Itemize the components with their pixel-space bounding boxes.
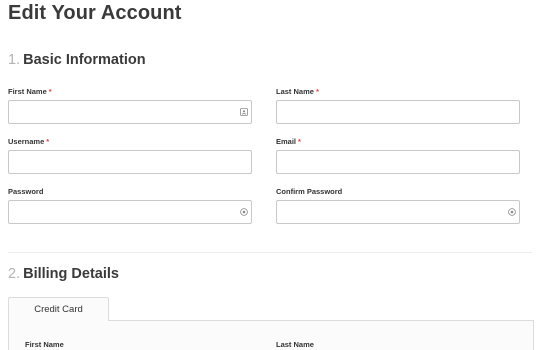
required-marker: *	[298, 137, 301, 146]
username-label: Username *	[8, 137, 50, 146]
last-name-label: Last Name *	[276, 87, 319, 96]
email-label: Email *	[276, 137, 301, 146]
card-first-name-label: First Name	[25, 340, 64, 349]
section-number: 2.	[8, 266, 21, 282]
email-input[interactable]	[276, 150, 520, 174]
section-title: Basic Information	[23, 52, 146, 68]
section-title: Billing Details	[23, 266, 119, 282]
confirm-password-input[interactable]	[276, 200, 520, 224]
card-last-name-label: Last Name	[276, 340, 314, 349]
last-name-input[interactable]	[276, 100, 520, 124]
required-marker: *	[48, 87, 52, 96]
section-number: 1.	[8, 52, 21, 68]
credit-card-panel	[8, 320, 534, 350]
page-title: Edit Your Account	[8, 2, 182, 24]
password-reveal-icon[interactable]	[508, 208, 516, 216]
tab-active-joiner	[9, 319, 108, 322]
section-divider	[8, 252, 532, 253]
first-name-input[interactable]	[8, 100, 252, 124]
section-heading-basic-information: 1. Basic Information	[8, 52, 146, 68]
required-marker: *	[315, 87, 319, 96]
password-input[interactable]	[8, 200, 252, 224]
password-reveal-icon[interactable]	[240, 208, 248, 216]
password-label: Password	[8, 187, 44, 196]
required-marker: *	[46, 137, 50, 146]
username-input[interactable]	[8, 150, 252, 174]
tab-credit-card[interactable]: Credit Card	[8, 297, 109, 321]
confirm-password-label: Confirm Password	[276, 187, 343, 196]
section-heading-billing-details: 2. Billing Details	[8, 266, 119, 282]
first-name-label: First Name *	[8, 87, 52, 96]
contact-card-icon[interactable]	[240, 108, 248, 116]
